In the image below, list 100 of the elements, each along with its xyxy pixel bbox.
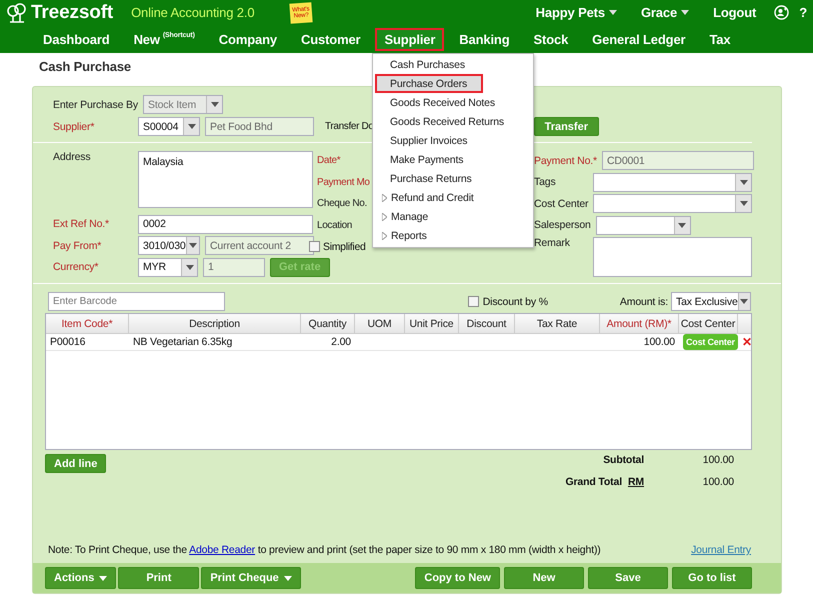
grand-total-label: Grand Total <box>565 476 622 488</box>
checkbox-label: Discount by % <box>482 296 548 308</box>
journal-entry-link[interactable]: Journal Entry <box>691 544 751 556</box>
ext-ref-field[interactable]: 0002 <box>138 214 313 234</box>
user-add-icon[interactable] <box>774 5 790 20</box>
footer-button[interactable]: Save <box>588 567 668 589</box>
supplier-name-field: Pet Food Bhd <box>205 117 314 136</box>
column-header: Quantity <box>301 314 355 333</box>
column-header: Amount (RM)* <box>600 314 679 333</box>
nav-tab[interactable]: Company <box>210 28 286 50</box>
menu-item[interactable]: Purchase Orders <box>375 74 483 93</box>
caret-icon <box>99 576 108 580</box>
caret-icon <box>188 124 196 129</box>
barcode-field[interactable]: Enter Barcode <box>48 292 225 311</box>
dropdown-select[interactable] <box>596 216 691 234</box>
field-label: Supplier* <box>53 120 94 132</box>
add-line-button[interactable]: Add line <box>45 454 106 473</box>
top-link[interactable]: Logout <box>713 5 756 20</box>
nav-tab[interactable]: Supplier <box>375 28 444 50</box>
table-cell-text: NB Vegetarian 6.35kg <box>132 336 234 348</box>
purchase-by-select[interactable]: Stock Item <box>143 95 223 114</box>
logo-text: Treezsoft <box>31 2 114 24</box>
amount-type-select[interactable]: Tax Exclusive <box>671 292 751 311</box>
nav-tab[interactable]: Tax <box>700 28 740 50</box>
nav-tab[interactable]: Dashboard <box>34 28 119 50</box>
menu-item[interactable]: Supplier Invoices <box>375 131 533 150</box>
column-header: Item Code* <box>46 314 129 333</box>
caret-icon <box>740 299 748 304</box>
field-label: Enter Purchase By <box>53 98 138 110</box>
field-label: Date* <box>317 155 340 166</box>
caret-icon <box>681 10 690 15</box>
field-label: Tags <box>534 176 556 188</box>
submenu-arrow-icon <box>382 232 387 240</box>
dropdown-select[interactable] <box>593 194 752 213</box>
dropdown-select[interactable] <box>593 172 752 192</box>
field-label: Cost Center <box>534 198 588 210</box>
nav-tab[interactable]: Customer <box>292 28 370 50</box>
nav-tab[interactable]: General Ledger <box>583 28 694 50</box>
footer-button[interactable]: New <box>504 567 584 589</box>
field-label: Salesperson <box>534 219 591 231</box>
currency-select[interactable]: MYR <box>138 258 198 276</box>
rate-field[interactable]: 1 <box>203 258 265 276</box>
field-label: Payment No.* <box>534 154 597 166</box>
field-label: Cheque No. <box>317 198 367 209</box>
menu-item[interactable]: Cash Purchases <box>375 55 533 74</box>
field-label: Remark <box>534 237 570 249</box>
footer-button[interactable]: Actions <box>45 567 116 589</box>
caret-icon <box>678 222 686 228</box>
account-select[interactable]: 3010/030 <box>138 236 200 255</box>
submenu-arrow-icon <box>382 212 387 220</box>
print-note: Note: To Print Cheque, use the Adobe Reader to preview and print (set the paper size to 90 mm x 180 mm (width x height)) <box>48 544 601 556</box>
menu-item[interactable]: Goods Received Returns <box>375 112 533 131</box>
column-header: Tax Rate <box>515 314 600 333</box>
address-field[interactable]: Malaysia <box>138 151 313 208</box>
column-header: Description <box>129 314 301 333</box>
nav-tab[interactable]: Banking <box>450 28 519 50</box>
top-link[interactable]: Grace <box>640 5 690 20</box>
payment-no-field: CD0001 <box>602 151 754 170</box>
checkbox[interactable] <box>468 296 479 307</box>
field-label: Currency* <box>53 261 98 273</box>
menu-item[interactable]: Refund and Credit <box>375 188 533 207</box>
caret-icon <box>740 180 748 184</box>
menu-item[interactable]: Purchase Returns <box>375 169 533 188</box>
footer-button[interactable]: Print Cheque <box>201 567 301 589</box>
tree-logo-icon <box>6 2 28 22</box>
subtotal-value: 100.00 <box>702 454 734 466</box>
field-label: Amount is: <box>620 296 668 308</box>
caret-icon <box>608 10 617 15</box>
caret-icon <box>284 576 292 580</box>
table-cell-text: P00016 <box>49 336 86 348</box>
menu-item[interactable]: Make Payments <box>375 150 533 169</box>
footer-button[interactable]: Go to list <box>672 567 752 589</box>
account-name-field: Current account 2 <box>205 236 314 255</box>
remark-field[interactable] <box>593 237 752 277</box>
supplier-select[interactable]: S00004 <box>138 117 200 136</box>
footer-button[interactable]: Copy to New <box>415 567 500 589</box>
caret-icon <box>210 102 218 107</box>
caret-icon <box>186 264 194 270</box>
caret-icon <box>740 201 748 206</box>
menu-item[interactable]: Manage <box>375 207 533 226</box>
top-link[interactable]: Happy Pets <box>536 5 617 20</box>
page-title: Cash Purchase <box>39 59 131 74</box>
table-cell-text: 2.00 <box>330 336 352 348</box>
checkbox-label: Simplified <box>323 240 366 252</box>
subtotal-label: Subtotal <box>602 454 644 466</box>
caret-icon <box>188 243 197 248</box>
field-label: Location <box>317 220 352 230</box>
adobe-reader-link[interactable]: Adobe Reader <box>189 544 256 556</box>
checkbox[interactable] <box>309 241 320 252</box>
grand-total-value: 100.00 <box>702 476 734 488</box>
field-label: Pay From* <box>53 240 102 252</box>
help-icon[interactable]: ? <box>799 5 807 20</box>
footer-button[interactable]: Print <box>118 567 200 589</box>
nav-tab[interactable]: Stock <box>524 28 578 50</box>
menu-item[interactable]: Reports <box>375 226 533 245</box>
field-label: Payment Mo <box>317 176 370 188</box>
currency-code: RM <box>628 476 644 488</box>
column-header: UOM <box>355 314 405 333</box>
menu-item[interactable]: Goods Received Notes <box>375 93 533 112</box>
transfer-button[interactable]: Transfer <box>534 117 599 136</box>
